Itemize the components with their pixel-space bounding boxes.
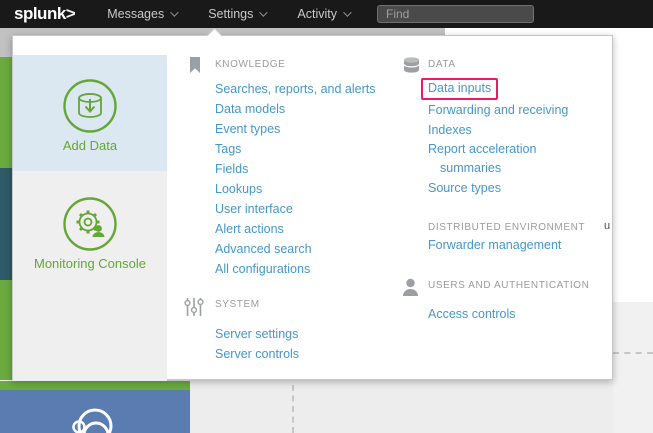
menu-link-forwarder-management[interactable]: Forwarder management	[428, 238, 561, 252]
section-title: USERS AND AUTHENTICATION	[428, 277, 589, 291]
splunk-logo[interactable]: splunk>	[14, 4, 75, 24]
menu-link-event-types[interactable]: Event types	[215, 122, 280, 136]
person-icon	[402, 277, 428, 302]
page-edge-green-top	[0, 57, 12, 168]
splunk-app-window: u splunk> Messages Settings Activity Add…	[0, 0, 653, 433]
monitoring-console-icon	[62, 196, 118, 252]
chevron-down-icon	[260, 8, 268, 16]
logo-caret: >	[66, 4, 75, 23]
settings-dropdown-panel: Add Data Monitoring Console	[12, 35, 613, 380]
page-edge-teal	[0, 168, 12, 280]
page-edge-green-bottom	[0, 280, 12, 390]
dashboard-dashed-divider-vertical	[292, 385, 294, 433]
menu-link-alert-actions[interactable]: Alert actions	[215, 222, 284, 236]
menu-link-user-interface[interactable]: User interface	[215, 202, 293, 216]
top-nav-bar: splunk> Messages Settings Activity	[0, 0, 653, 28]
section-title: DISTRIBUTED ENVIRONMENT	[428, 219, 585, 233]
nav-menu-messages[interactable]: Messages	[107, 7, 176, 21]
section-knowledge-header: KNOWLEDGE	[189, 56, 394, 79]
menu-column-data-users: DATA Data inputs Forwarding and receivin…	[402, 56, 607, 324]
section-title: DATA	[428, 56, 456, 70]
add-data-icon	[62, 78, 118, 134]
menu-link-report-acceleration-summaries[interactable]: Report acceleration summaries	[428, 140, 546, 178]
menu-link-data-inputs[interactable]: Data inputs	[428, 81, 498, 95]
app-tile-blue[interactable]	[0, 390, 190, 433]
sidebar-item-label: Add Data	[13, 138, 167, 153]
app-tile-circles-icon	[55, 405, 125, 433]
menu-link-access-controls[interactable]: Access controls	[428, 307, 516, 321]
system-links: Server settings Server controls	[215, 324, 394, 364]
menu-link-fields[interactable]: Fields	[215, 162, 248, 176]
section-title: SYSTEM	[215, 296, 260, 310]
distributed-links: Forwarder management	[428, 235, 607, 255]
menu-link-forwarding-receiving[interactable]: Forwarding and receiving	[428, 103, 568, 117]
data-links: Data inputs Forwarding and receiving Ind…	[428, 78, 607, 198]
menu-link-server-controls[interactable]: Server controls	[215, 347, 299, 361]
menu-link-all-configurations[interactable]: All configurations	[215, 262, 310, 276]
find-search-input[interactable]	[377, 5, 534, 23]
menu-link-searches-reports-alerts[interactable]: Searches, reports, and alerts	[215, 82, 376, 96]
sidebar-item-label: Monitoring Console	[13, 256, 167, 271]
menu-link-tags[interactable]: Tags	[215, 142, 241, 156]
chevron-down-icon	[343, 8, 351, 16]
nav-menu-activity[interactable]: Activity	[297, 7, 349, 21]
menu-link-indexes[interactable]: Indexes	[428, 123, 472, 137]
chevron-down-icon	[170, 8, 178, 16]
spacer	[402, 219, 428, 220]
menu-link-advanced-search[interactable]: Advanced search	[215, 242, 312, 256]
bookmark-icon	[189, 56, 215, 79]
data-inputs-highlight-box: Data inputs	[421, 78, 498, 100]
knowledge-links: Searches, reports, and alerts Data model…	[215, 79, 394, 279]
app-tile-green-edge	[0, 381, 190, 390]
sidebar-item-add-data[interactable]: Add Data	[13, 55, 167, 171]
section-system-header: SYSTEM	[184, 296, 394, 322]
section-title: KNOWLEDGE	[215, 56, 285, 70]
background-text-fragment: u	[604, 220, 610, 232]
users-links: Access controls	[428, 304, 607, 324]
menu-column-knowledge-system: KNOWLEDGE Searches, reports, and alerts …	[189, 56, 394, 364]
section-data-header: DATA	[402, 56, 607, 78]
sliders-icon	[184, 296, 215, 322]
menu-link-lookups[interactable]: Lookups	[215, 182, 262, 196]
sidebar-item-monitoring-console[interactable]: Monitoring Console	[13, 171, 167, 381]
section-users-header: USERS AND AUTHENTICATION	[402, 277, 607, 302]
menu-link-server-settings[interactable]: Server settings	[215, 327, 298, 341]
dashboard-dashed-divider-horizontal	[613, 352, 653, 354]
section-distributed-header: DISTRIBUTED ENVIRONMENT	[402, 219, 607, 233]
menu-link-data-models[interactable]: Data models	[215, 102, 285, 116]
page-edge-gray	[0, 28, 12, 57]
database-icon	[402, 56, 428, 78]
page-right-area	[613, 302, 653, 433]
nav-menu-settings[interactable]: Settings	[208, 7, 265, 21]
menu-link-source-types[interactable]: Source types	[428, 181, 501, 195]
